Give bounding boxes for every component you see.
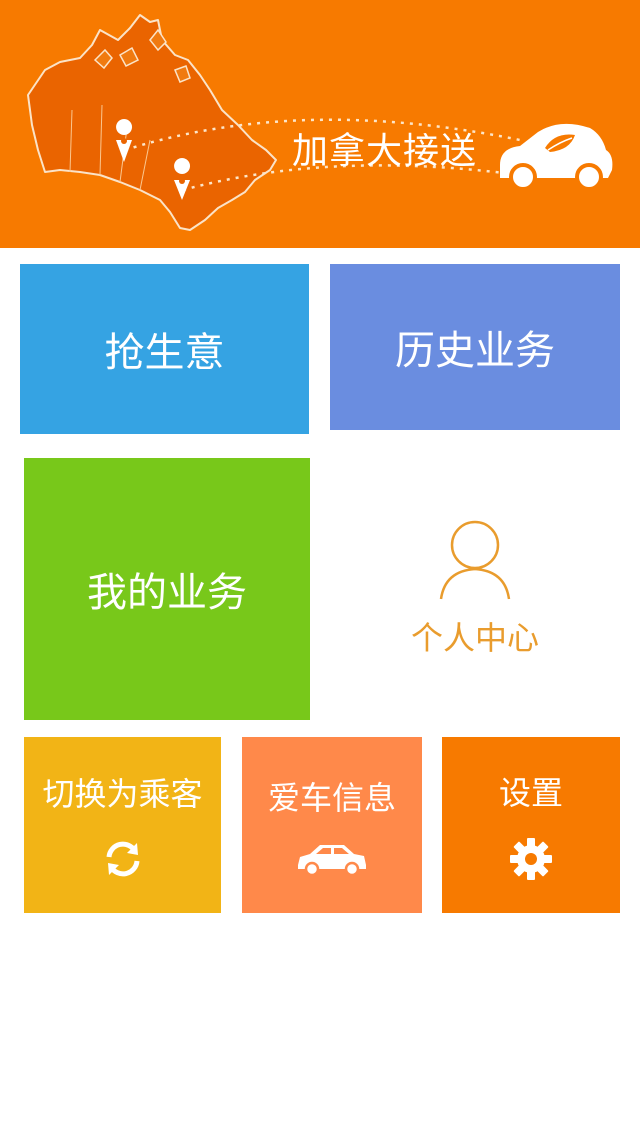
person-icon [439,520,511,600]
banner-title: 加拿大接送 [292,131,478,172]
settings-tile[interactable]: 设置 [442,737,620,913]
my-business-label: 我的业务 [87,570,247,616]
car-info-label: 爱车信息 [267,779,396,817]
settings-label: 设置 [498,774,563,812]
car-info-tile[interactable]: 爱车信息 [242,737,422,913]
personal-center-label: 个人中心 [410,619,539,657]
history-business-label: 历史业务 [395,328,555,374]
car-icon [298,845,366,877]
personal-center-tile[interactable]: 个人中心 [330,458,620,720]
refresh-icon [106,841,139,877]
car-logo-icon [500,123,613,191]
my-business-tile[interactable]: 我的业务 [24,458,310,720]
grab-business-label: 抢生意 [104,330,225,376]
gear-icon [510,838,552,880]
grab-business-tile[interactable]: 抢生意 [20,264,309,434]
header-banner: 加拿大接送 [0,0,640,248]
switch-to-passenger-label: 切换为乘客 [42,775,203,813]
switch-to-passenger-tile[interactable]: 切换为乘客 [24,737,221,913]
history-business-tile[interactable]: 历史业务 [330,264,620,430]
